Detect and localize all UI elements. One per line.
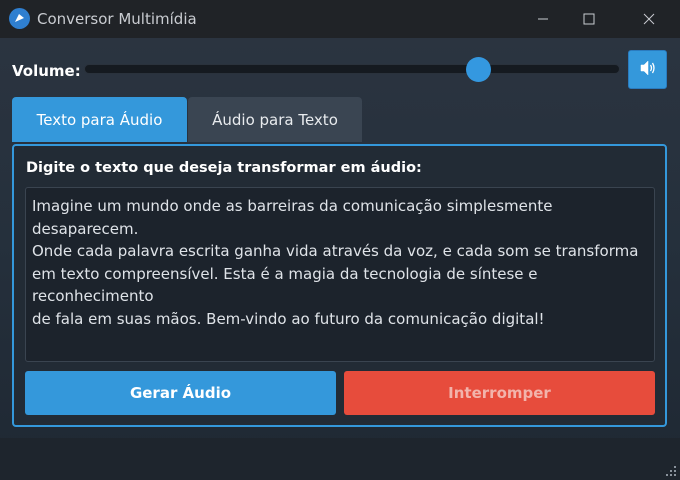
volume-slider[interactable]: [84, 64, 620, 74]
minimize-button[interactable]: [520, 0, 566, 38]
stop-button[interactable]: Interromper: [344, 371, 655, 415]
speaker-icon: [638, 59, 658, 81]
volume-slider-thumb[interactable]: [466, 57, 491, 82]
tab-audio-to-text[interactable]: Áudio para Texto: [188, 97, 362, 142]
text-to-audio-panel: Digite o texto que deseja transformar em…: [12, 144, 667, 427]
main-area: Volume: Texto para Áudio Áudio para Text…: [0, 38, 680, 480]
text-input-area[interactable]: Imagine um mundo onde as barreiras da co…: [25, 187, 655, 362]
close-button[interactable]: [626, 0, 672, 38]
status-bar: [0, 438, 680, 480]
maximize-button[interactable]: [566, 0, 612, 38]
resize-grip-icon[interactable]: [665, 465, 677, 477]
generate-audio-button[interactable]: Gerar Áudio: [25, 371, 336, 415]
app-logo-icon: [9, 8, 30, 29]
window-title: Conversor Multimídia: [37, 10, 197, 28]
text-input-label: Digite o texto que deseja transformar em…: [26, 160, 422, 176]
tab-text-to-audio[interactable]: Texto para Áudio: [12, 97, 187, 142]
mute-button[interactable]: [628, 50, 667, 89]
title-bar: Conversor Multimídia: [0, 0, 680, 38]
volume-label: Volume:: [12, 62, 81, 80]
